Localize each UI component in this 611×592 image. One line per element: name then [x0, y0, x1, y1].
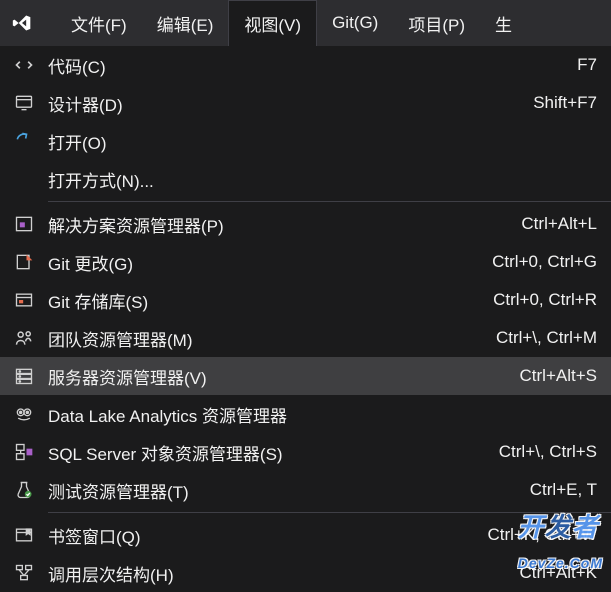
- team-explorer-icon: [0, 328, 48, 348]
- menubar-label: 视图(V): [244, 11, 301, 36]
- sql-server-icon: [0, 442, 48, 462]
- menu-label: 书签窗口(Q): [48, 523, 467, 548]
- menu-shortcut: Ctrl+0, Ctrl+G: [472, 252, 597, 272]
- menu-label: 调用层次结构(H): [48, 561, 500, 586]
- menu-item-designer[interactable]: 设计器(D) Shift+F7: [0, 84, 611, 122]
- menu-label: SQL Server 对象资源管理器(S): [48, 440, 479, 465]
- menu-item-git-changes[interactable]: Git 更改(G) Ctrl+0, Ctrl+G: [0, 243, 611, 281]
- bookmark-icon: [0, 525, 48, 545]
- menu-shortcut: Ctrl+0, Ctrl+R: [473, 290, 597, 310]
- call-hierarchy-icon: [0, 563, 48, 583]
- git-changes-icon: [0, 252, 48, 272]
- menu-item-git-repo[interactable]: Git 存储库(S) Ctrl+0, Ctrl+R: [0, 281, 611, 319]
- menu-item-team-explorer[interactable]: 团队资源管理器(M) Ctrl+\, Ctrl+M: [0, 319, 611, 357]
- datalake-icon: [0, 404, 48, 424]
- menubar-label: 生: [495, 11, 512, 36]
- menu-label: 打开方式(N)...: [48, 167, 577, 192]
- menu-item-bookmark[interactable]: 书签窗口(Q) Ctrl+K, Ctrl+W: [0, 516, 611, 554]
- menu-label: Git 存储库(S): [48, 288, 473, 313]
- menu-shortcut: Shift+F7: [513, 93, 597, 113]
- menu-label: 打开(O): [48, 129, 577, 154]
- menu-label: 服务器资源管理器(V): [48, 364, 500, 389]
- menu-item-sql-server[interactable]: SQL Server 对象资源管理器(S) Ctrl+\, Ctrl+S: [0, 433, 611, 471]
- menu-shortcut: Ctrl+E, T: [510, 480, 597, 500]
- menu-item-data-lake[interactable]: Data Lake Analytics 资源管理器: [0, 395, 611, 433]
- menubar-item-view[interactable]: 视图(V): [228, 0, 317, 46]
- menu-label: 测试资源管理器(T): [48, 478, 510, 503]
- menu-label: Data Lake Analytics 资源管理器: [48, 402, 577, 427]
- menu-item-call-hierarchy[interactable]: 调用层次结构(H) Ctrl+Alt+K: [0, 554, 611, 592]
- view-dropdown: 代码(C) F7 设计器(D) Shift+F7 打开(O) 打开方式(N)..…: [0, 46, 611, 592]
- menu-shortcut: F7: [557, 55, 597, 75]
- menubar-item-file[interactable]: 文件(F): [56, 0, 142, 46]
- menu-shortcut: Ctrl+\, Ctrl+M: [476, 328, 597, 348]
- menu-label: 团队资源管理器(M): [48, 326, 476, 351]
- menu-label: 设计器(D): [48, 91, 513, 116]
- menubar-item-build[interactable]: 生: [480, 0, 527, 46]
- menu-separator: [48, 512, 611, 513]
- code-icon: [0, 55, 48, 75]
- menu-shortcut: Ctrl+Alt+L: [501, 214, 597, 234]
- menubar-label: 文件(F): [71, 11, 127, 36]
- menu-shortcut: Ctrl+K, Ctrl+W: [467, 525, 597, 545]
- vs-logo-icon: [8, 9, 36, 37]
- menubar-label: 项目(P): [408, 11, 465, 36]
- menu-shortcut: Ctrl+Alt+K: [500, 563, 597, 583]
- menubar: 文件(F) 编辑(E) 视图(V) Git(G) 项目(P) 生: [0, 0, 611, 46]
- open-icon: [0, 131, 48, 151]
- menubar-item-project[interactable]: 项目(P): [393, 0, 480, 46]
- menubar-label: Git(G): [332, 13, 378, 33]
- menu-item-solution-explorer[interactable]: 解决方案资源管理器(P) Ctrl+Alt+L: [0, 205, 611, 243]
- menubar-item-edit[interactable]: 编辑(E): [142, 0, 229, 46]
- menubar-item-git[interactable]: Git(G): [317, 0, 393, 46]
- menubar-label: 编辑(E): [157, 11, 214, 36]
- server-explorer-icon: [0, 366, 48, 386]
- menu-item-server-explorer[interactable]: 服务器资源管理器(V) Ctrl+Alt+S: [0, 357, 611, 395]
- menu-item-code[interactable]: 代码(C) F7: [0, 46, 611, 84]
- menu-label: Git 更改(G): [48, 250, 472, 275]
- menu-shortcut: Ctrl+Alt+S: [500, 366, 597, 386]
- test-explorer-icon: [0, 480, 48, 500]
- menu-item-test-explorer[interactable]: 测试资源管理器(T) Ctrl+E, T: [0, 471, 611, 509]
- menu-separator: [48, 201, 611, 202]
- solution-explorer-icon: [0, 214, 48, 234]
- menu-label: 代码(C): [48, 53, 557, 78]
- menu-item-open[interactable]: 打开(O): [0, 122, 611, 160]
- menu-item-open-with[interactable]: 打开方式(N)...: [0, 160, 611, 198]
- menu-shortcut: Ctrl+\, Ctrl+S: [479, 442, 597, 462]
- designer-icon: [0, 93, 48, 113]
- menu-label: 解决方案资源管理器(P): [48, 212, 501, 237]
- git-repo-icon: [0, 290, 48, 310]
